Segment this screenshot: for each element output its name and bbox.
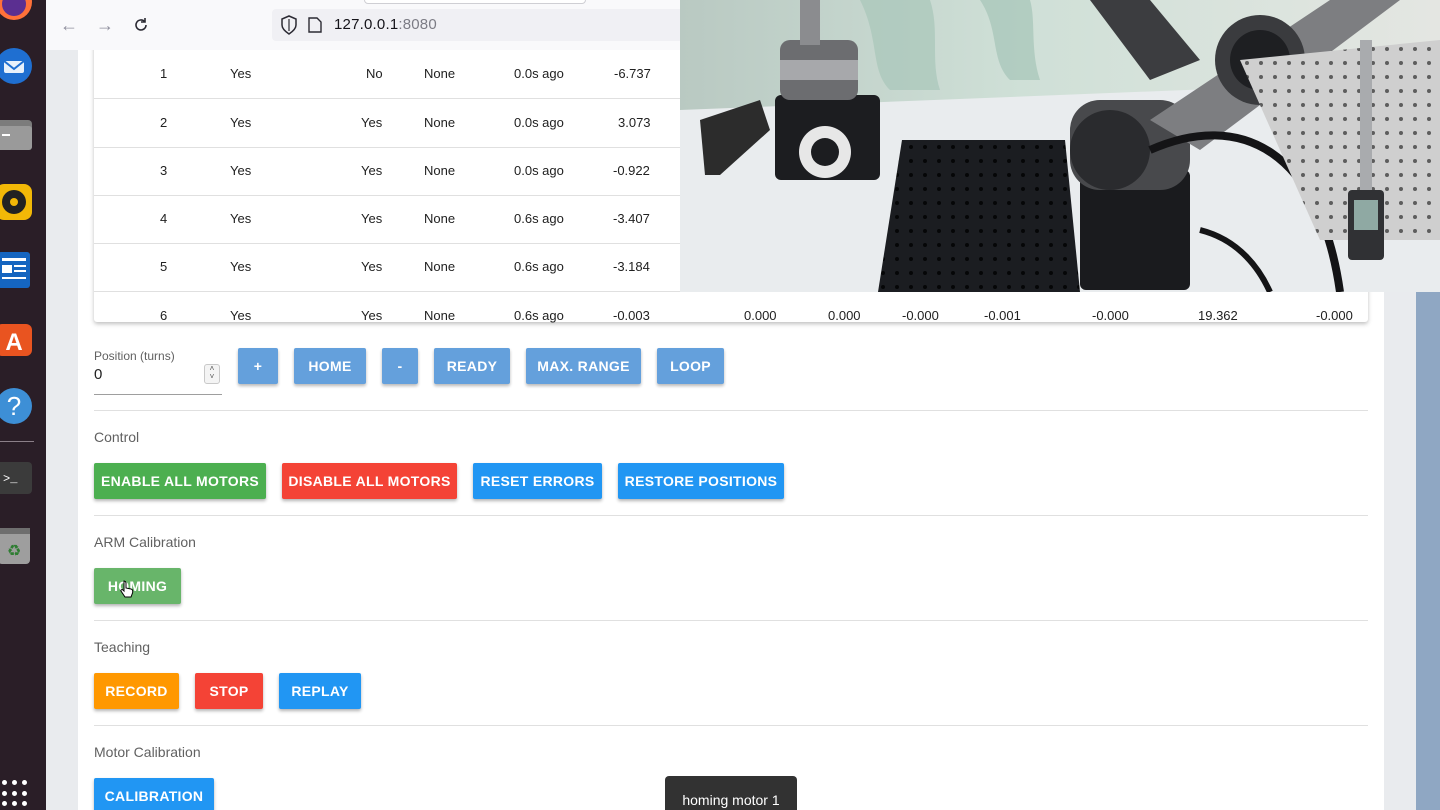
restore-positions-button[interactable]: RESTORE POSITIONS <box>618 463 784 499</box>
position-label: Position (turns) <box>94 349 175 363</box>
cell-error: None <box>424 66 456 81</box>
section-divider <box>94 410 1368 411</box>
cell-value: 0.000 <box>744 308 777 323</box>
svg-text:?: ? <box>7 391 21 421</box>
disable-all-motors-button[interactable]: DISABLE ALL MOTORS <box>282 463 457 499</box>
loop-button[interactable]: LOOP <box>657 348 724 384</box>
stop-button[interactable]: STOP <box>195 673 263 709</box>
section-divider <box>94 620 1368 621</box>
cell-enabled: Yes <box>230 115 252 130</box>
dock-separator <box>0 441 34 442</box>
cell-value: -0.922 <box>613 163 650 178</box>
show-apps-icon[interactable] <box>2 780 30 808</box>
camera-video-overlay[interactable] <box>680 0 1440 292</box>
ubuntu-dock: A ? >_ ♻ <box>0 0 46 810</box>
cell-value: 0.000 <box>828 308 861 323</box>
back-arrow-icon[interactable]: ← <box>56 12 82 38</box>
forward-arrow-icon[interactable]: → <box>92 12 118 38</box>
cell-updated: 0.0s ago <box>514 66 564 81</box>
section-divider <box>94 725 1368 726</box>
cell-value: -3.407 <box>613 211 650 226</box>
cell-enabled: Yes <box>230 211 252 226</box>
cell-value: -0.000 <box>1316 308 1353 323</box>
firefox-icon[interactable] <box>0 0 34 22</box>
cell-updated: 0.6s ago <box>514 308 564 323</box>
reload-icon[interactable] <box>128 12 154 38</box>
cell-error: None <box>424 115 456 130</box>
hand-cursor-icon <box>120 580 134 598</box>
table-row: 6 Yes Yes None 0.6s ago -0.003 0.000 0.0… <box>94 292 1368 340</box>
shield-icon[interactable] <box>280 15 298 35</box>
cell-value: -0.003 <box>613 308 650 323</box>
arm-calibration-section-title: ARM Calibration <box>94 534 196 550</box>
calibration-button[interactable]: CALIBRATION <box>94 778 214 810</box>
cell-value: -3.184 <box>613 259 650 274</box>
page-icon <box>308 17 322 33</box>
number-spinner-icon[interactable]: ˄ ˅ <box>204 364 220 384</box>
cell-enabled: Yes <box>230 66 252 81</box>
section-divider <box>94 515 1368 516</box>
help-icon[interactable]: ? <box>0 386 34 426</box>
robot-arm-camera-image <box>680 0 1440 292</box>
cell-value: 3.073 <box>618 115 651 130</box>
motor-calibration-section-title: Motor Calibration <box>94 744 201 760</box>
cell-error: None <box>424 211 456 226</box>
ready-button[interactable]: READY <box>434 348 510 384</box>
browser-tab[interactable] <box>364 0 586 4</box>
motor-id: 2 <box>160 115 168 130</box>
cell-error: None <box>424 259 456 274</box>
cell-status: Yes <box>361 163 383 178</box>
cell-value: 19.362 <box>1198 308 1238 323</box>
cell-error: None <box>424 308 456 323</box>
position-value[interactable]: 0 <box>94 366 102 383</box>
motor-id: 1 <box>160 66 168 81</box>
cell-enabled: Yes <box>230 163 252 178</box>
control-section-title: Control <box>94 429 140 445</box>
cell-updated: 0.6s ago <box>514 259 564 274</box>
svg-text:A: A <box>5 329 22 356</box>
thunderbird-icon[interactable] <box>0 46 34 86</box>
cell-value: -0.001 <box>984 308 1021 323</box>
cell-updated: 0.0s ago <box>514 115 564 130</box>
motor-id: 5 <box>160 259 168 274</box>
cell-error: None <box>424 163 456 178</box>
cell-status: Yes <box>361 259 383 274</box>
teaching-section-title: Teaching <box>94 639 151 655</box>
replay-button[interactable]: REPLAY <box>279 673 361 709</box>
decrement-button[interactable]: - <box>382 348 418 384</box>
motor-id: 6 <box>160 308 168 323</box>
trash-icon[interactable]: ♻ <box>0 526 34 566</box>
terminal-icon[interactable]: >_ <box>0 458 34 498</box>
homing-button[interactable]: HOMING <box>94 568 181 604</box>
cell-value: -0.000 <box>902 308 939 323</box>
enable-all-motors-button[interactable]: ENABLE ALL MOTORS <box>94 463 266 499</box>
rhythmbox-icon[interactable] <box>0 182 34 222</box>
cell-updated: 0.0s ago <box>514 163 564 178</box>
cell-value: -6.737 <box>614 66 651 81</box>
position-input[interactable]: Position (turns) 0 ˄ ˅ <box>94 344 222 395</box>
cell-value: -0.000 <box>1092 308 1129 323</box>
writer-icon[interactable] <box>0 250 34 290</box>
reset-errors-button[interactable]: RESET ERRORS <box>473 463 602 499</box>
cell-status: Yes <box>361 211 383 226</box>
cell-updated: 0.6s ago <box>514 211 564 226</box>
increment-button[interactable]: + <box>238 348 278 384</box>
motor-id: 4 <box>160 211 168 226</box>
svg-text:♻: ♻ <box>7 541 21 560</box>
cell-status: Yes <box>361 308 383 323</box>
motor-id: 3 <box>160 163 168 178</box>
app-center-icon[interactable]: A <box>0 318 34 358</box>
cell-enabled: Yes <box>230 259 252 274</box>
record-button[interactable]: RECORD <box>94 673 179 709</box>
cell-status: Yes <box>361 115 383 130</box>
snackbar-toast: homing motor 1 <box>665 776 797 810</box>
cell-enabled: Yes <box>230 308 252 323</box>
home-button[interactable]: HOME <box>294 348 366 384</box>
files-icon[interactable] <box>0 114 34 154</box>
url-text[interactable]: 127.0.0.1:8080 <box>334 16 437 33</box>
svg-text:>_: >_ <box>3 472 18 486</box>
cell-status: No <box>366 66 383 81</box>
max-range-button[interactable]: MAX. RANGE <box>526 348 641 384</box>
